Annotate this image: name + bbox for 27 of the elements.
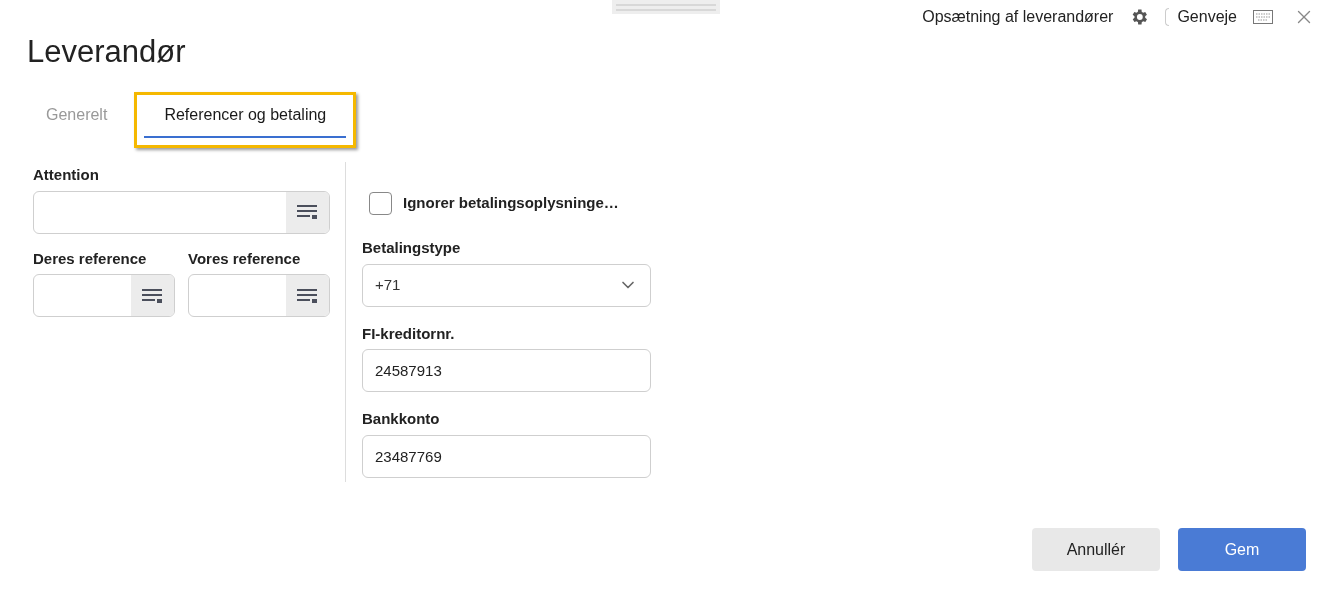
field-label: FI-kreditornr.	[362, 323, 456, 344]
save-button[interactable]: Gem	[1178, 528, 1306, 571]
lookup-button[interactable]	[286, 191, 329, 233]
lookup-button[interactable]	[131, 275, 174, 316]
payment-type-select[interactable]: +71	[362, 263, 651, 307]
field-label: Betalingstype	[362, 238, 462, 258]
lookup-button[interactable]	[286, 275, 329, 316]
field-label: Attention	[33, 165, 100, 185]
cancel-button[interactable]: Annullér	[1032, 528, 1160, 571]
lookup-list-icon	[296, 204, 319, 220]
lookup-field[interactable]	[33, 274, 175, 317]
shortcuts-link[interactable]: Genveje	[1177, 5, 1237, 29]
field-label: Vores reference	[188, 248, 302, 269]
text-field[interactable]: 23487769	[362, 434, 651, 478]
checkbox-label: Ignorer betalingsoplysninge…	[403, 193, 619, 214]
drag-handle[interactable]	[612, 0, 720, 14]
setup-link[interactable]: Opsætning af leverandører	[922, 5, 1114, 29]
keyboard-icon[interactable]	[1253, 10, 1273, 24]
lookup-field[interactable]	[33, 190, 330, 234]
checkbox[interactable]	[369, 192, 392, 215]
lookup-field[interactable]	[188, 274, 330, 317]
lookup-list-icon	[141, 287, 164, 304]
lookup-list-icon	[296, 287, 319, 304]
text-field[interactable]: 24587913	[362, 349, 651, 392]
dialog-title: Leverandør	[27, 36, 187, 67]
field-label: Bankkonto	[362, 409, 441, 429]
field-label: Deres reference	[33, 248, 148, 269]
